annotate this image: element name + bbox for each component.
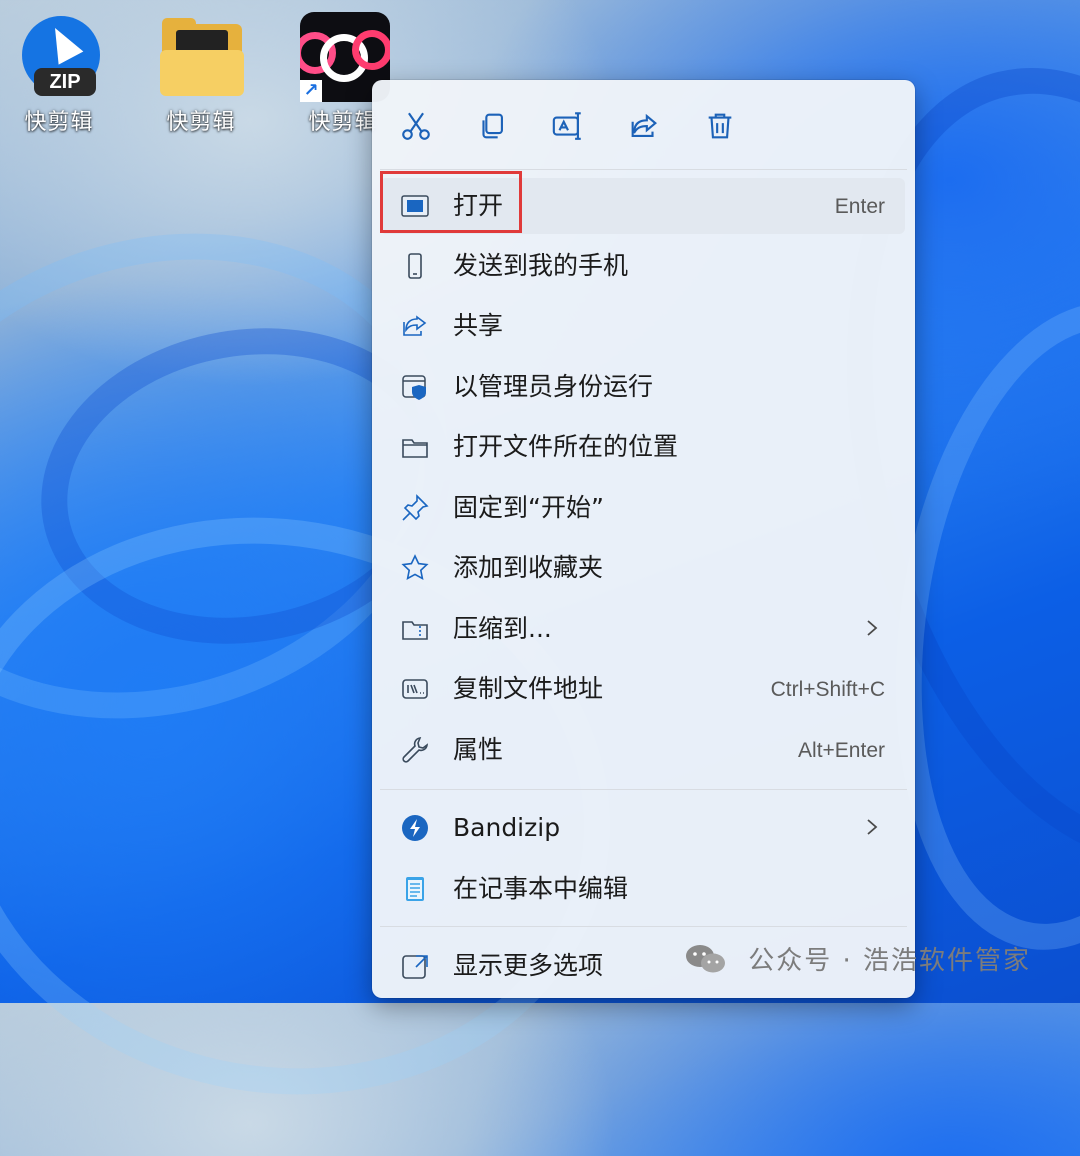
cut-button[interactable] [396, 106, 436, 146]
wrench-icon [400, 735, 430, 765]
phone-icon [400, 251, 430, 281]
menu-item-label: Bandizip [453, 813, 561, 842]
menu-separator [380, 169, 907, 170]
menu-item-label: 属性 [453, 735, 504, 764]
admin-shield-icon [400, 372, 430, 402]
menu-item-add-favorites[interactable]: 添加到收藏夹 [380, 540, 905, 596]
copy-path-icon [400, 674, 430, 704]
pin-icon [400, 493, 430, 523]
desktop-icon-label: 快剪辑 [24, 110, 94, 135]
desktop-icon-folder[interactable]: 快剪辑 [146, 12, 256, 136]
folder-icon [400, 432, 430, 462]
chevron-right-icon [863, 615, 881, 641]
menu-item-label: 发送到我的手机 [453, 251, 629, 280]
menu-item-label: 压缩到... [453, 614, 552, 643]
menu-item-label: 显示更多选项 [453, 951, 604, 980]
watermark: 公众号 · 浩浩软件管家 [684, 940, 1031, 984]
menu-item-pin-to-start[interactable]: 固定到“开始” [380, 480, 905, 536]
zip-folder-icon [400, 614, 430, 644]
menu-item-shortcut: Ctrl+Shift+C [770, 678, 885, 701]
menu-item-share[interactable]: 共享 [380, 298, 905, 354]
menu-item-label: 共享 [453, 311, 504, 340]
menu-item-properties[interactable]: 属性 Alt+Enter [380, 722, 905, 778]
desktop-icon-zip[interactable]: ZIP 快剪辑 [4, 12, 114, 136]
menu-item-send-to-phone[interactable]: 发送到我的手机 [380, 238, 905, 294]
menu-item-shortcut: Enter [834, 195, 885, 218]
notepad-icon [400, 874, 430, 904]
menu-item-open-file-location[interactable]: 打开文件所在的位置 [380, 419, 905, 475]
cut-icon [402, 112, 430, 140]
menu-item-edit-in-notepad[interactable]: 在记事本中编辑 [380, 861, 905, 917]
menu-separator [380, 789, 907, 790]
menu-item-compress-to[interactable]: 压缩到... [380, 601, 905, 657]
watermark-text: 公众号 · 浩浩软件管家 [748, 946, 1032, 976]
context-menu-toolbar [372, 80, 915, 170]
zip-archive-icon: ZIP [16, 12, 102, 98]
share-button[interactable] [624, 106, 664, 146]
menu-item-label: 添加到收藏夹 [453, 553, 604, 582]
menu-item-label: 固定到“开始” [453, 493, 604, 522]
share-icon [631, 113, 657, 137]
copy-icon [482, 113, 503, 139]
menu-item-copy-path[interactable]: 复制文件地址 Ctrl+Shift+C [380, 661, 905, 717]
menu-item-bandizip[interactable]: Bandizip [380, 800, 905, 856]
wechat-icon [686, 944, 725, 972]
menu-item-run-as-admin[interactable]: 以管理员身份运行 [380, 359, 905, 415]
menu-item-label: 复制文件地址 [453, 674, 604, 703]
zip-badge: ZIP [34, 68, 96, 96]
menu-item-label: 打开文件所在的位置 [453, 432, 679, 461]
context-menu: 打开 Enter 发送到我的手机 共享 以管理员身份运行 打开文件所在的位置 固… [372, 80, 915, 998]
star-icon [400, 553, 430, 583]
menu-separator [380, 926, 907, 927]
rename-button[interactable] [548, 106, 588, 146]
folder-icon [158, 12, 244, 98]
share-icon [400, 311, 430, 341]
chevron-right-icon [863, 814, 881, 840]
more-options-icon [400, 951, 430, 981]
copy-button[interactable] [472, 106, 512, 146]
rename-icon [552, 112, 581, 140]
menu-item-shortcut: Alt+Enter [798, 739, 885, 762]
desktop-icon-label: 快剪辑 [166, 110, 236, 135]
menu-item-label: 以管理员身份运行 [453, 372, 654, 401]
bandizip-icon [400, 813, 430, 843]
shortcut-arrow-icon: ↗ [300, 80, 322, 102]
delete-icon [708, 113, 732, 139]
highlight-box [380, 171, 522, 233]
menu-item-label: 在记事本中编辑 [453, 874, 629, 903]
delete-button[interactable] [700, 106, 740, 146]
